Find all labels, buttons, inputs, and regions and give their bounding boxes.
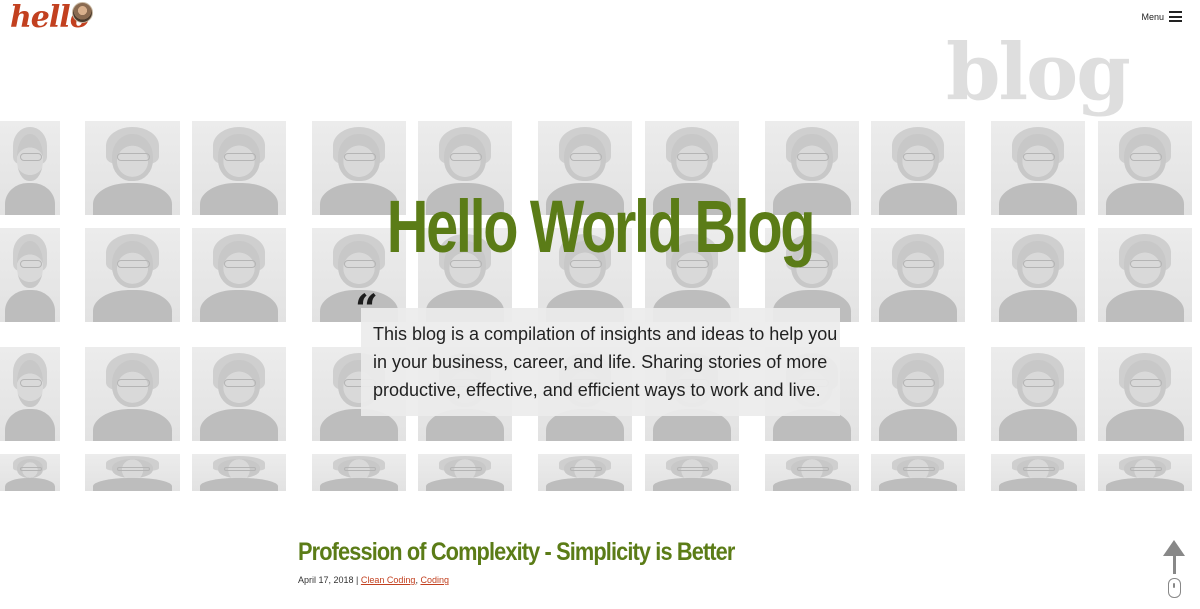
background-photo-tile [1098,347,1192,441]
background-photo-tile [0,347,60,441]
arrow-up-icon [1163,540,1185,556]
background-photo-tile [192,454,286,491]
category-link-clean-coding[interactable]: Clean Coding [361,575,416,585]
background-photo-tile [871,347,965,441]
avatar[interactable] [72,2,93,23]
background-photo-tile [1098,121,1192,215]
background-photo-tile [871,454,965,491]
background-photo-tile [991,347,1085,441]
background-photo-tile [645,454,739,491]
post-date: April 17, 2018 [298,575,354,585]
background-photo-tile [765,454,859,491]
background-photo-tile [85,454,180,491]
scroll-to-top-button[interactable] [1163,540,1185,574]
blog-description: This blog is a compilation of insights a… [373,324,838,400]
section-watermark: blog [946,27,1131,118]
category-link-coding[interactable]: Coding [420,575,449,585]
background-photo-tile [0,228,60,322]
hamburger-icon [1169,11,1182,22]
background-photo-tile [1098,228,1192,322]
background-photo-tile [538,454,632,491]
background-photo-tile [192,347,286,441]
background-photo-tile [418,454,512,491]
menu-button[interactable]: Menu [1141,11,1182,22]
page-title: Hello World Blog [386,185,816,268]
background-photo-tile [0,121,60,215]
background-photo-tile [1098,454,1192,491]
background-photo-tile [85,347,180,441]
background-photo-tile [312,454,406,491]
mouse-scroll-icon [1168,578,1181,598]
background-photo-tile [0,454,60,491]
post-meta: April 17, 2018 | Clean Coding, Coding [298,575,449,585]
menu-label: Menu [1141,11,1164,22]
meta-separator: | [353,575,361,585]
background-photo-tile [991,454,1085,491]
post-title-link[interactable]: Profession of Complexity - Simplicity is… [298,538,735,567]
